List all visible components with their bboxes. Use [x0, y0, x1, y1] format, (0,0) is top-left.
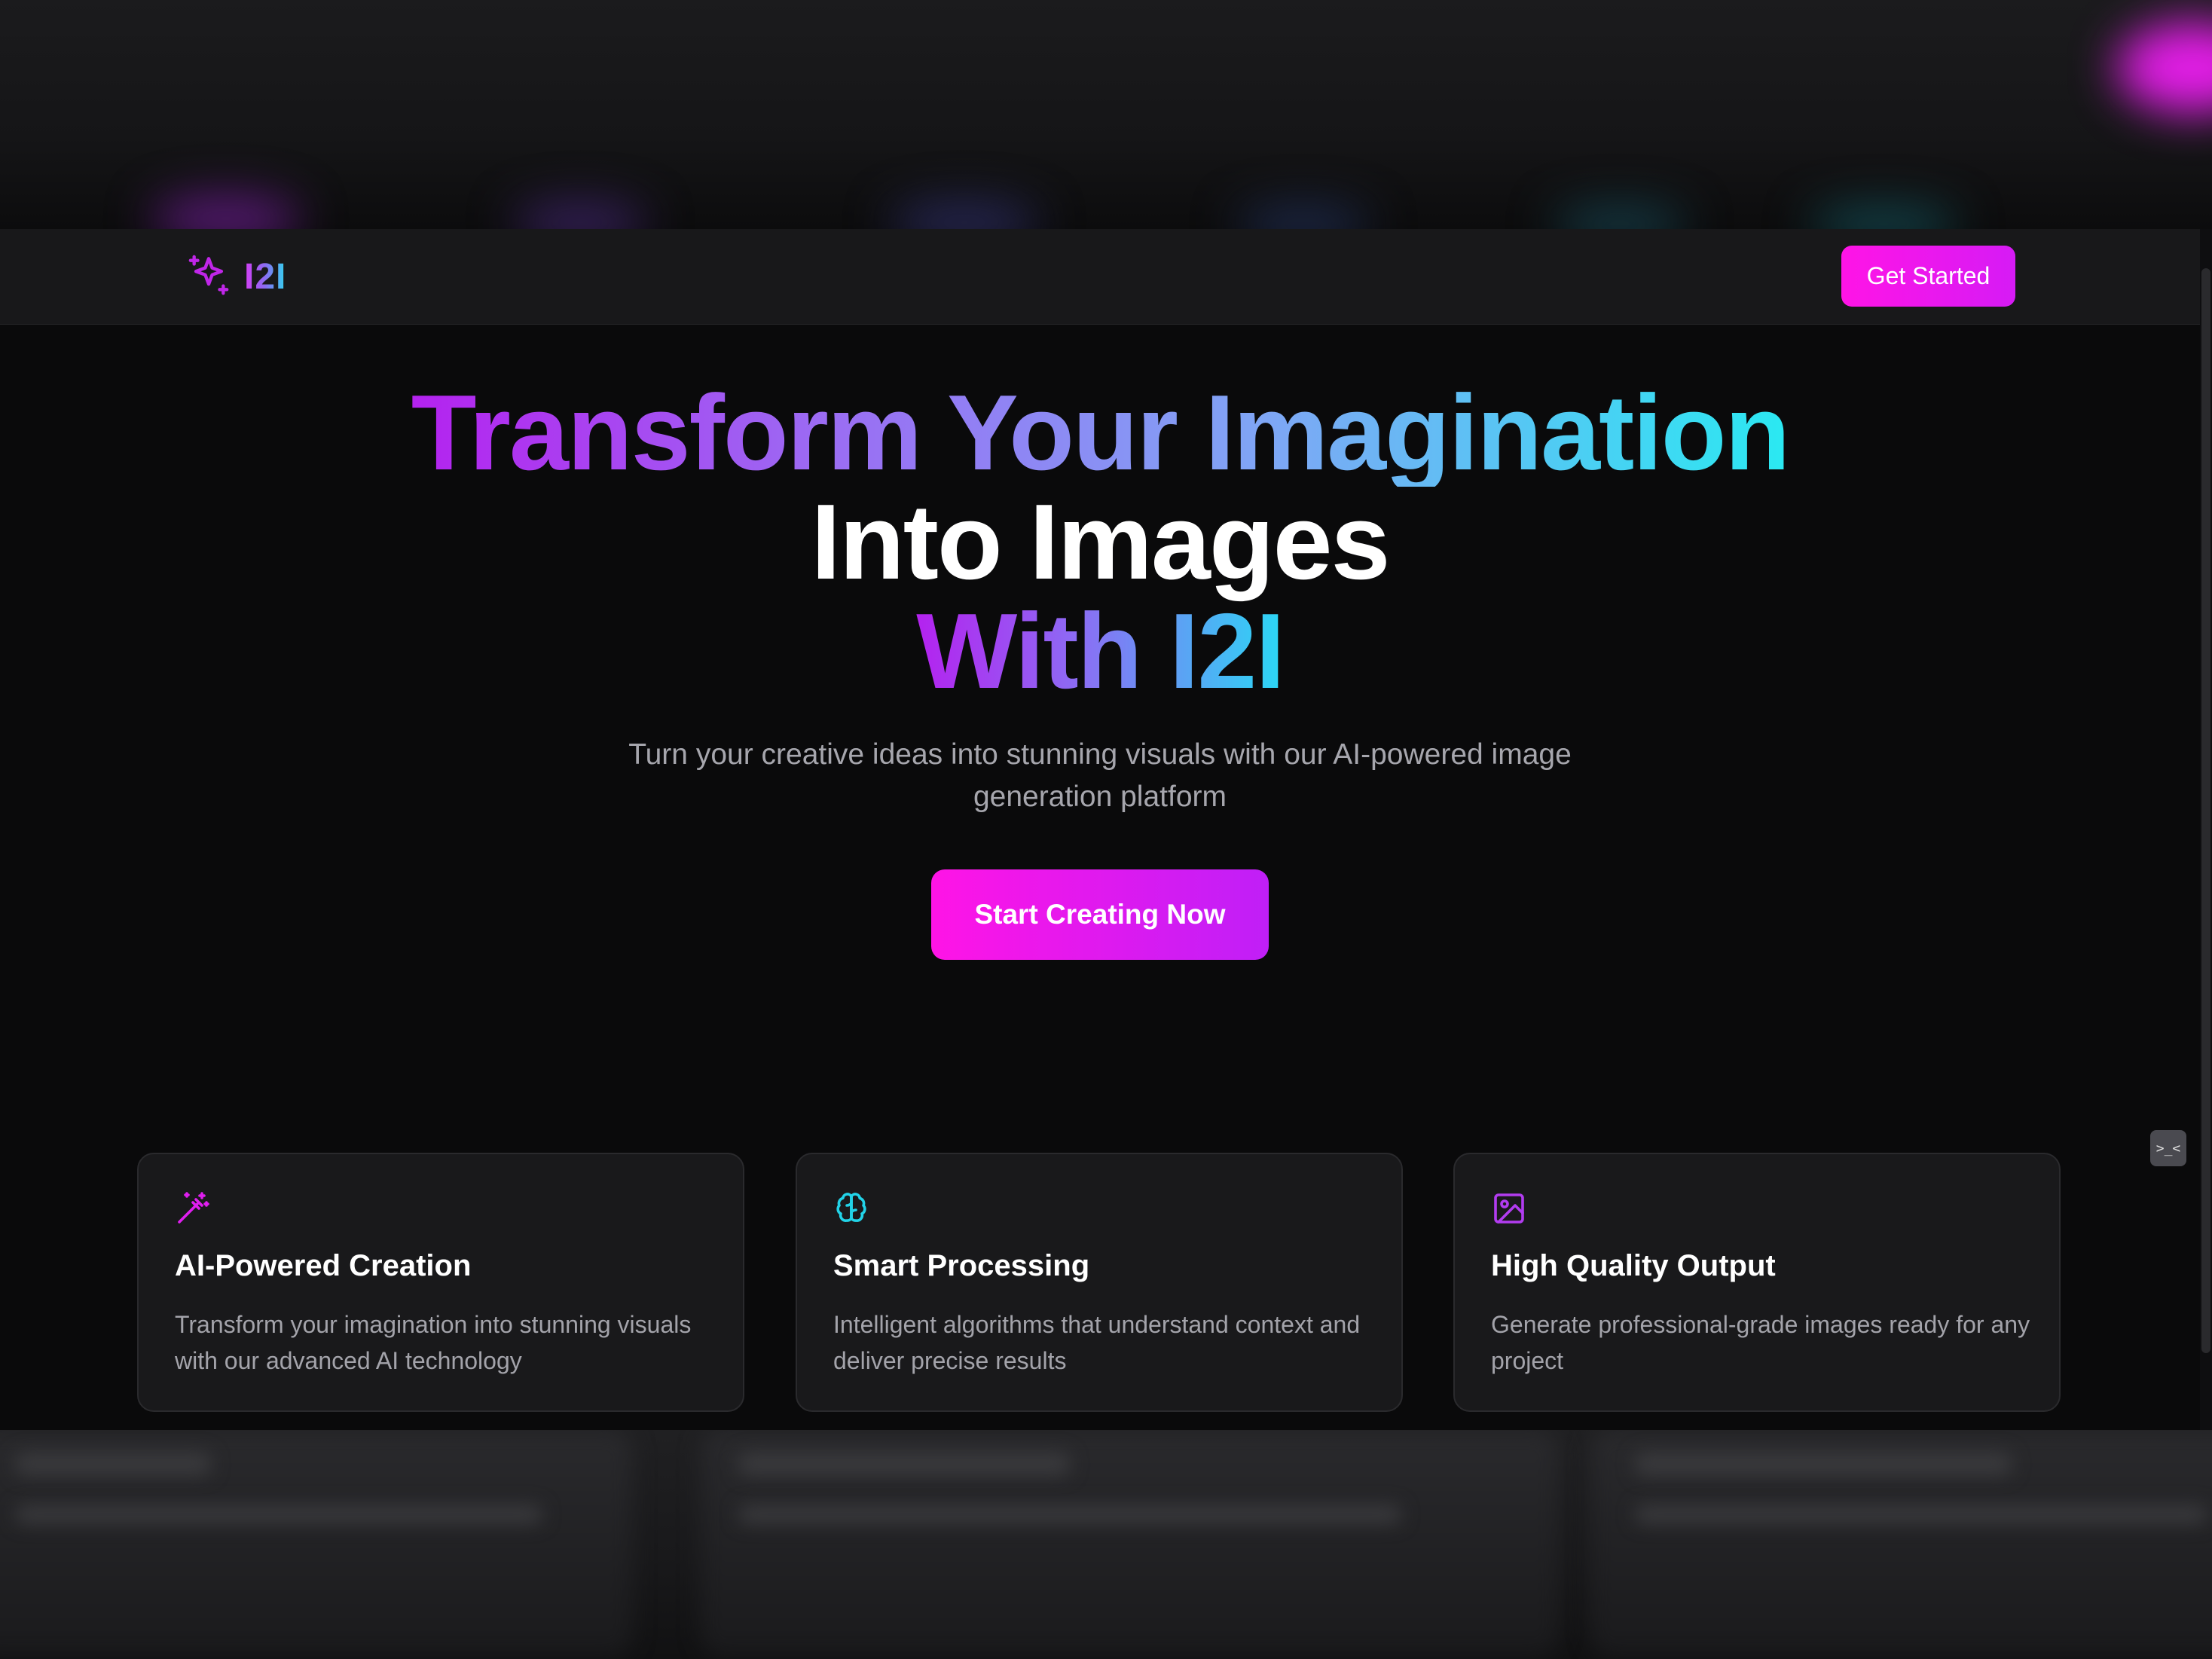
- feature-title: High Quality Output: [1491, 1249, 1776, 1282]
- blurred-background-top: [0, 0, 2212, 229]
- blue-glow: [1236, 207, 1371, 229]
- feature-card-high-quality: High Quality Output Generate professiona…: [1453, 1153, 2061, 1412]
- teal-glow: [1552, 207, 1688, 229]
- hero-title-line-1: Transform Your Imagination: [411, 373, 1790, 493]
- image-icon: [1491, 1190, 1527, 1227]
- feature-description: Intelligent algorithms that understand c…: [833, 1311, 1361, 1374]
- hero-subtitle: Turn your creative ideas into stunning v…: [628, 738, 1572, 813]
- get-started-button[interactable]: Get Started: [1841, 246, 2015, 307]
- scrollbar-thumb[interactable]: [2201, 268, 2210, 1353]
- cyan-glow: [1808, 207, 1959, 229]
- blurred-text: [1635, 1505, 2207, 1523]
- magic-wand-icon: [175, 1190, 211, 1227]
- purple-glow: [151, 196, 301, 229]
- blurred-text: [738, 1453, 1070, 1475]
- feature-card-smart-processing: Smart Processing Intelligent algorithms …: [796, 1153, 1403, 1412]
- hero-title-line-3: With I2I: [916, 591, 1285, 711]
- feature-description: Generate professional-grade images ready…: [1491, 1311, 2030, 1374]
- app-window: I2I Get Started Transform Your Imaginati…: [0, 229, 2200, 1430]
- logo-text: I2I: [244, 256, 287, 297]
- brain-icon: [833, 1190, 869, 1227]
- violet-glow: [512, 203, 648, 229]
- blurred-text: [15, 1505, 542, 1523]
- feature-card-ai-powered: AI-Powered Creation Transform your imagi…: [137, 1153, 744, 1412]
- start-creating-button[interactable]: Start Creating Now: [931, 869, 1269, 960]
- sparkles-icon: [187, 253, 231, 301]
- magenta-glow: [2117, 23, 2212, 113]
- navbar: I2I Get Started: [0, 229, 2200, 325]
- blurred-text: [738, 1505, 1401, 1523]
- feature-title: AI-Powered Creation: [175, 1249, 472, 1282]
- hero-title-line-2: Into Images: [811, 482, 1390, 602]
- scrollbar[interactable]: [2200, 229, 2212, 1430]
- dev-tools-widget[interactable]: >_<: [2150, 1130, 2186, 1166]
- logo[interactable]: I2I: [187, 254, 286, 299]
- feature-title: Smart Processing: [833, 1249, 1090, 1282]
- blurred-background-bottom: [0, 1430, 2212, 1659]
- blurred-text: [15, 1453, 211, 1475]
- blurred-text: [1635, 1453, 2012, 1475]
- indigo-glow: [889, 203, 1040, 229]
- feature-description: Transform your imagination into stunning…: [175, 1311, 692, 1374]
